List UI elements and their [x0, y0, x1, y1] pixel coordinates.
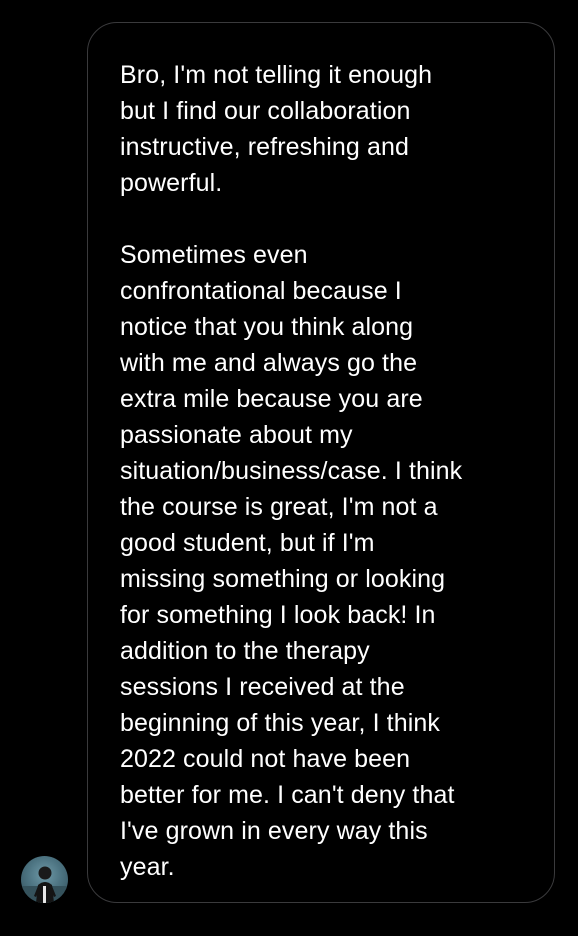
message-line: Bro, I'm not telling it enough: [120, 61, 433, 89]
sender-avatar[interactable]: [21, 856, 68, 903]
message-line: Sometimes even: [120, 241, 308, 269]
chat-screen: Bro, I'm not telling it enough but I fin…: [0, 0, 578, 936]
message-line: instructive, refreshing and: [120, 133, 409, 161]
message-text: Bro, I'm not telling it enough but I fin…: [120, 57, 534, 885]
message-line: powerful.: [120, 169, 223, 197]
message-line: notice that you think along: [120, 313, 414, 341]
message-line: I've grown in every way this: [120, 817, 428, 845]
message-line: missing something or looking: [120, 565, 446, 593]
message-line: addition to the therapy: [120, 637, 370, 665]
message-line: passionate about my: [120, 421, 353, 449]
message-line: confrontational because I: [120, 277, 402, 305]
message-paragraph-2: Sometimes even confrontational because I…: [120, 237, 534, 885]
message-line: with me and always go the: [120, 349, 418, 377]
message-line: sessions I received at the: [120, 673, 405, 701]
message-paragraph-1: Bro, I'm not telling it enough but I fin…: [120, 57, 534, 201]
message-line: for something I look back! In: [120, 601, 436, 629]
message-line: beginning of this year, I think: [120, 709, 440, 737]
message-line: situation/business/case. I think: [120, 457, 463, 485]
message-line: the course is great, I'm not a: [120, 493, 438, 521]
message-bubble[interactable]: Bro, I'm not telling it enough but I fin…: [87, 22, 555, 903]
message-line: 2022 could not have been: [120, 745, 411, 773]
message-line: but I find our collaboration: [120, 97, 411, 125]
message-line: year.: [120, 853, 175, 881]
message-line: better for me. I can't deny that: [120, 781, 455, 809]
message-line: good student, but if I'm: [120, 529, 375, 557]
user-avatar-photo-icon: [21, 866, 68, 903]
message-line: extra mile because you are: [120, 385, 423, 413]
